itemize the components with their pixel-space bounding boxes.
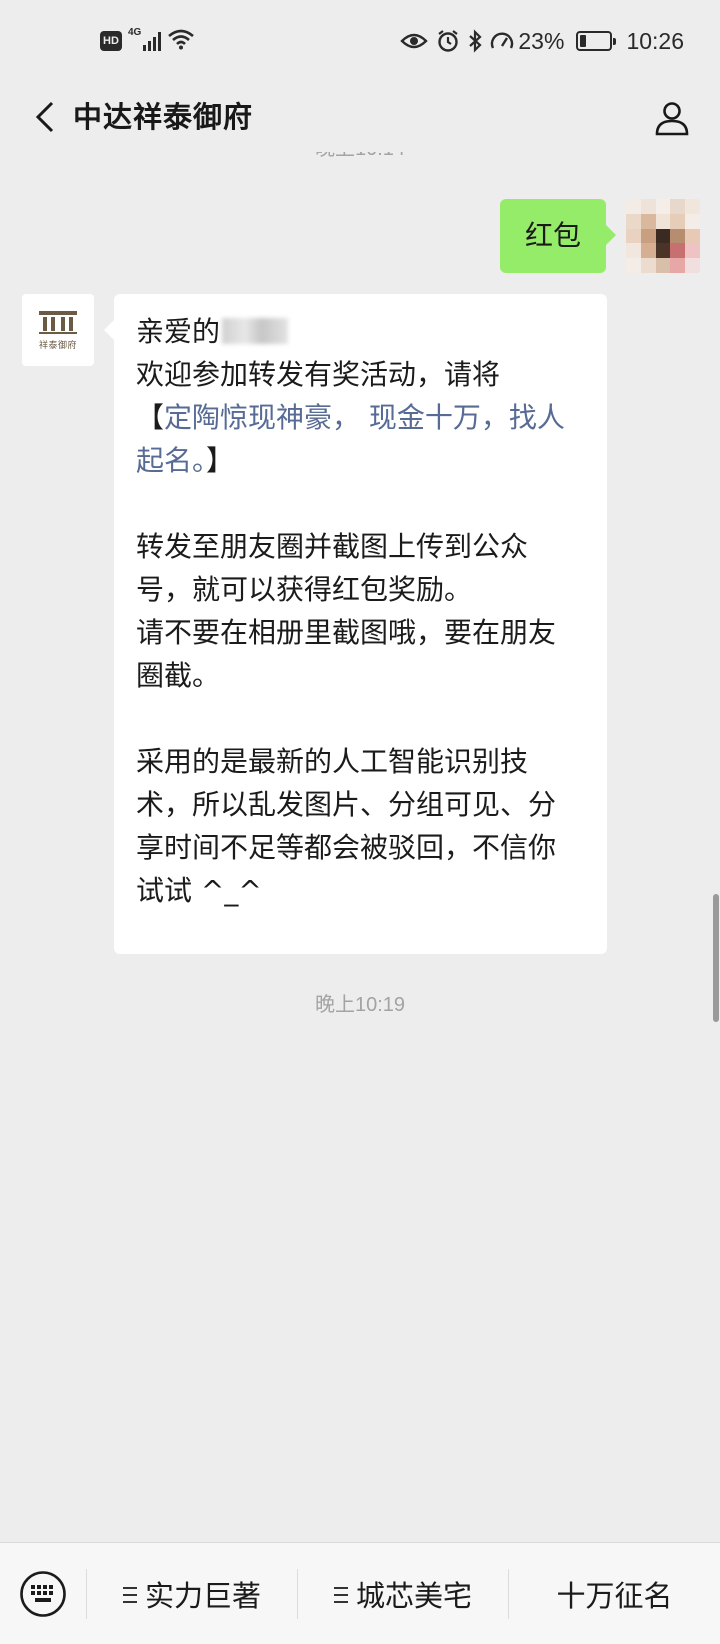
avatar-mosaic-cell [640, 243, 656, 259]
back-button[interactable] [18, 90, 72, 144]
message-line: 享时间不足等都会被驳回，不信你 [136, 831, 557, 864]
official-account-avatar[interactable]: 祥泰御府 [22, 294, 94, 366]
eye-icon [400, 31, 429, 51]
bracket-open: 【 [136, 401, 165, 434]
avatar-mosaic-cell [626, 199, 641, 214]
speed-icon [490, 30, 514, 52]
incoming-message-bubble[interactable]: 亲爱的 欢迎参加转发有奖活动，请将 【定陶惊现神豪， 现金十万，找人 起名。】 … [104, 294, 607, 954]
clock-text: 10:26 [626, 27, 684, 54]
battery-level-fill [580, 35, 587, 47]
avatar-mosaic-cell [626, 228, 641, 244]
avatar-logo-text: 祥泰御府 [38, 341, 77, 351]
campaign-link[interactable]: 起名。 [136, 444, 206, 477]
bluetooth-icon [468, 29, 482, 53]
menu-item-label: 十万征名 [556, 1579, 673, 1613]
avatar-mosaic-cell [670, 199, 686, 214]
keyboard-toggle-button[interactable] [18, 1569, 68, 1619]
avatar-mosaic-cell [670, 243, 686, 259]
avatar-mosaic-cell [685, 243, 700, 259]
battery-percent-text: 23% [518, 27, 565, 54]
message-line: 起名。】 [136, 439, 585, 482]
avatar-mosaic-cell [640, 258, 656, 273]
outgoing-message-bubble[interactable]: 红包 [500, 199, 616, 273]
timestamp: 晚上10:14 [0, 152, 720, 161]
avatar-mosaic-cell [685, 258, 700, 273]
status-right-group: 23% 10:26 [400, 24, 684, 58]
avatar-mosaic-cell [685, 228, 700, 244]
message-line: 号，就可以获得红包奖励。 [136, 573, 473, 606]
status-bar: HD 4G 23% 10:26 [0, 0, 720, 82]
avatar-mosaic-cell [685, 199, 700, 214]
alarm-icon [436, 29, 460, 53]
avatar-mosaic-cell [655, 228, 671, 244]
message-line: 欢迎参加转发有奖活动，请将 [136, 358, 501, 391]
avatar-mosaic-cell [626, 213, 641, 229]
signal-icon [143, 31, 162, 51]
avatar-mosaic-cell [640, 213, 656, 229]
hd-icon: HD [100, 31, 122, 51]
menu-item-label: 实力巨著 [144, 1579, 261, 1613]
bracket-close: 】 [206, 444, 235, 477]
avatar-mosaic-cell [670, 258, 686, 273]
battery-icon [576, 31, 617, 51]
message-line: 圈截。 [136, 659, 221, 692]
building-logo-icon [39, 311, 77, 334]
blurred-user-name [222, 318, 289, 344]
person-icon [655, 102, 689, 136]
avatar-mosaic-cell [670, 228, 686, 244]
message-line: 请不要在相册里截图哦，要在朋友 [136, 616, 557, 649]
avatar-mosaic-cell [655, 243, 671, 259]
wifi-icon [167, 28, 195, 54]
message-line: 术，所以乱发图片、分组可见、分 [136, 788, 557, 821]
scrollbar[interactable] [713, 894, 719, 1022]
timestamp: 晚上10:19 [314, 994, 406, 1016]
message-line: 转发至朋友圈并截图上传到公众 [136, 530, 529, 563]
avatar-mosaic-cell [626, 258, 641, 273]
profile-button[interactable] [644, 90, 700, 146]
page-title: 中达祥泰御府 [73, 100, 254, 134]
chevron-left-icon [35, 101, 54, 133]
menu-item-city-home[interactable]: 城芯美宅 [298, 1543, 508, 1644]
avatar-mosaic-cell [655, 199, 671, 214]
avatar-mosaic-cell [655, 213, 671, 229]
avatar-mosaic-cell [655, 258, 671, 273]
submenu-icon [122, 1587, 137, 1603]
keyboard-icon [20, 1571, 66, 1617]
greeting-text: 亲爱的 [136, 315, 221, 348]
avatar-mosaic-cell [640, 228, 656, 244]
chat-header: 中达祥泰御府 [0, 82, 720, 152]
campaign-link[interactable]: 定陶惊现神豪， 现金十万，找人 [164, 401, 565, 434]
message-line: 试试 ^_^ [136, 874, 262, 907]
status-left-group: HD 4G [100, 26, 195, 56]
user-avatar[interactable] [626, 199, 700, 273]
menu-item-naming-contest[interactable]: 十万征名 [509, 1543, 720, 1644]
message-line: 采用的是最新的人工智能识别技 [136, 745, 529, 778]
avatar-mosaic-cell [670, 213, 686, 229]
message-line: 【定陶惊现神豪， 现金十万，找人 [136, 396, 585, 439]
avatar-mosaic-cell [626, 243, 641, 259]
network-type-label: 4G [128, 27, 142, 38]
avatar-mosaic-cell [685, 213, 700, 229]
bottom-menu-bar: 实力巨著 城芯美宅 十万征名 [0, 1542, 720, 1644]
message-line: 亲爱的 [136, 310, 585, 353]
menu-item-strength[interactable]: 实力巨著 [87, 1543, 297, 1644]
menu-item-label: 城芯美宅 [355, 1579, 472, 1613]
chat-area[interactable]: 晚上10:14 红包 祥泰御府 亲爱的 欢迎参加转发有奖活动，请将 【定陶惊现神… [0, 152, 720, 1542]
avatar-mosaic-cell [640, 199, 656, 214]
submenu-icon [333, 1587, 348, 1603]
